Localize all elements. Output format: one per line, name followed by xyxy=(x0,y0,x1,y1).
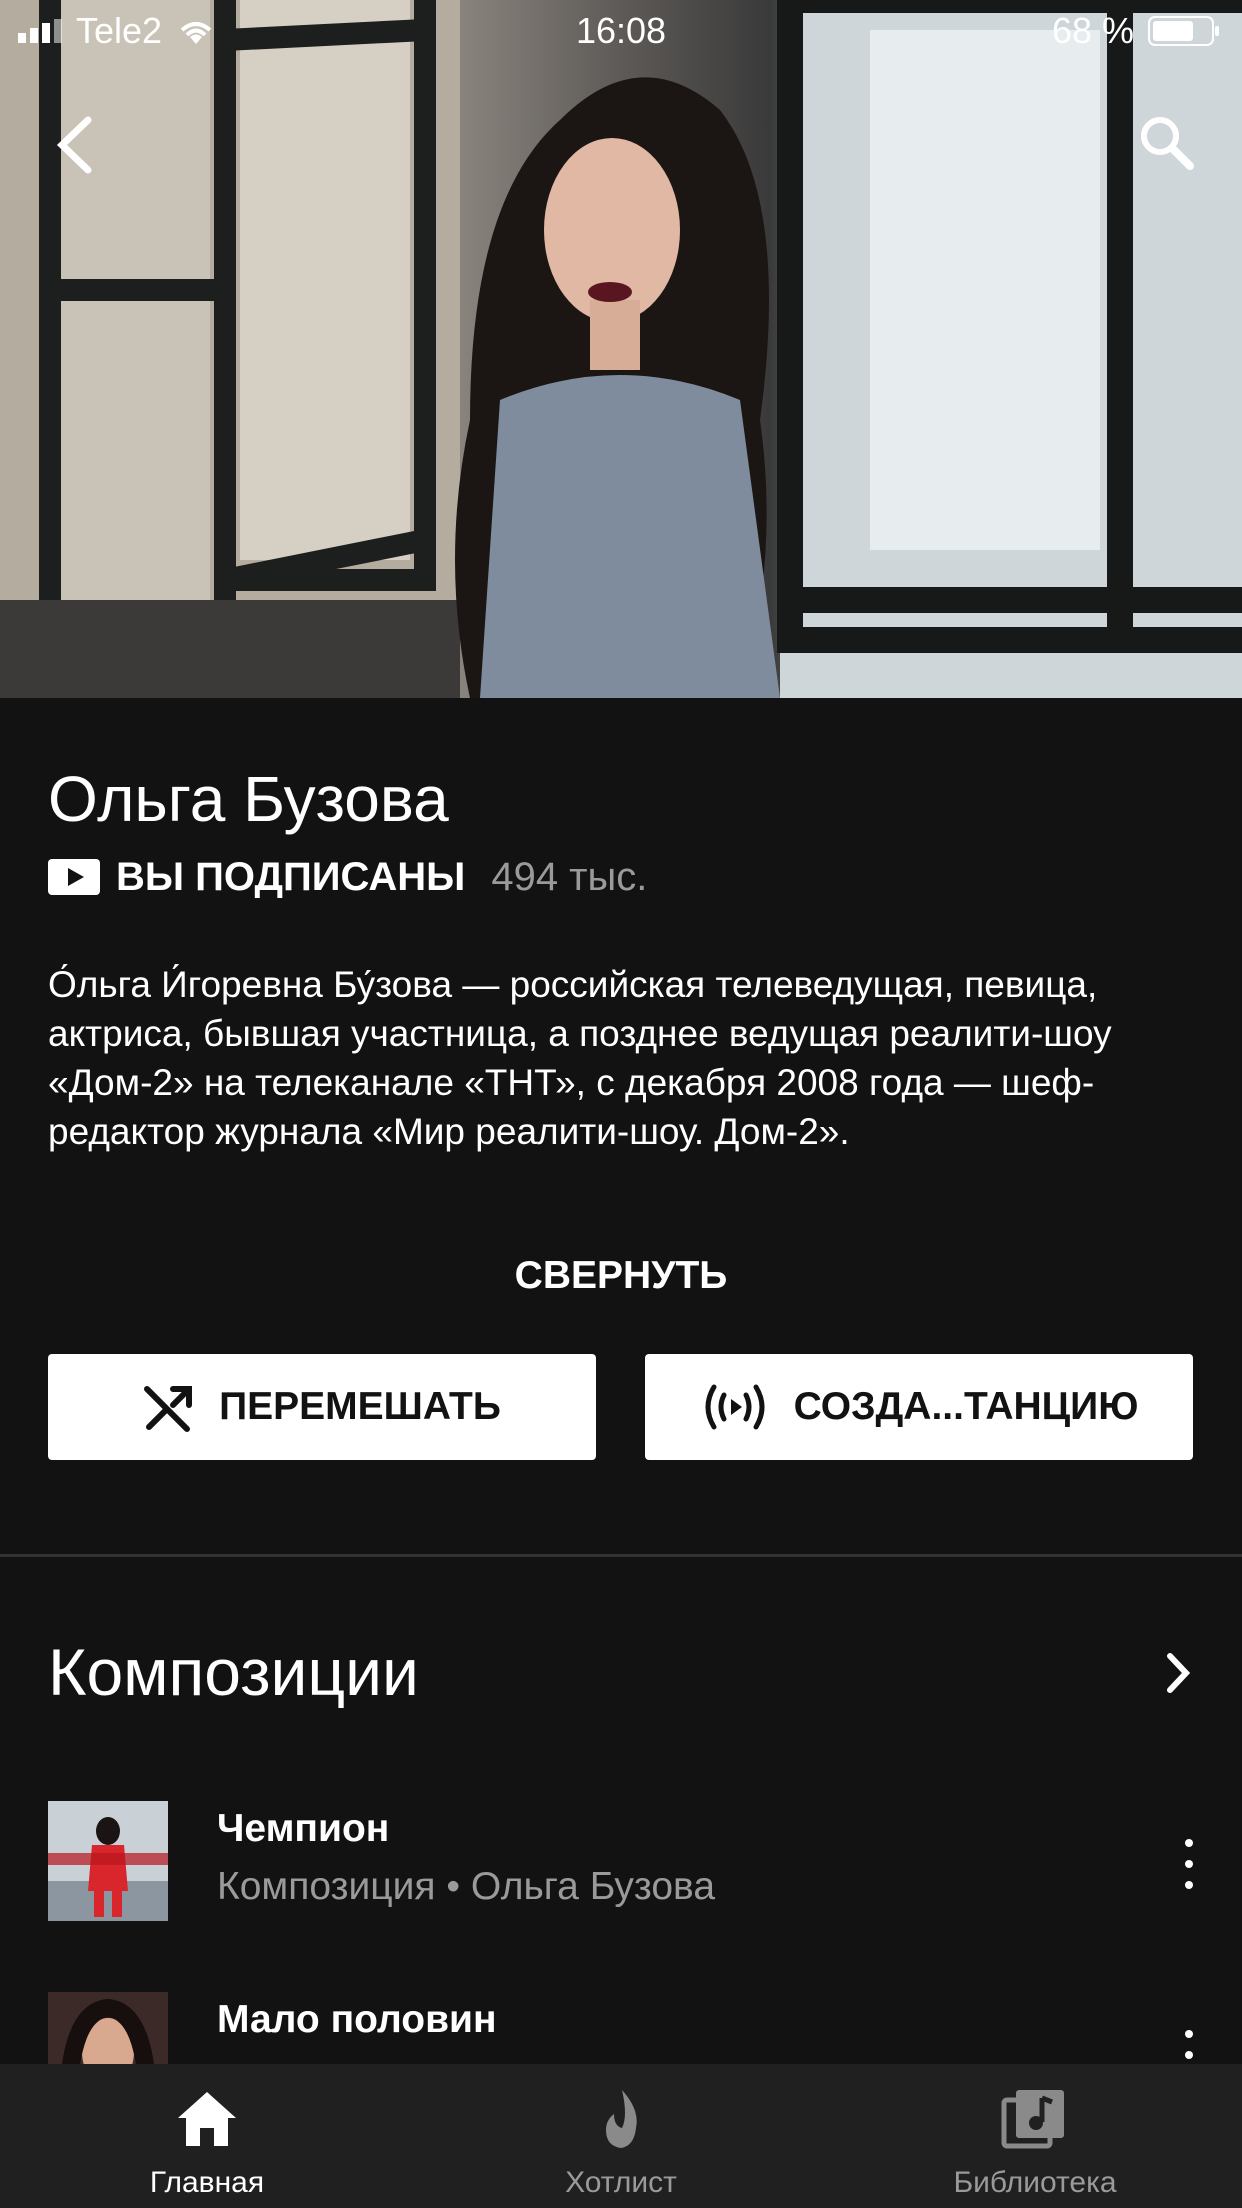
battery-icon xyxy=(1148,16,1219,46)
subscribe-button[interactable]: ВЫ ПОДПИСАНЫ xyxy=(116,855,465,900)
nav-hotlist-label: Хотлист xyxy=(565,2166,677,2199)
shuffle-button[interactable]: ПЕРЕМЕШАТЬ xyxy=(48,1354,596,1460)
flame-icon xyxy=(606,2090,637,2148)
song-title: Чемпион xyxy=(217,1807,390,1850)
artist-photo xyxy=(0,0,1242,698)
battery-percent: 68 % xyxy=(1051,10,1134,51)
nav-hotlist[interactable]: Хотлист xyxy=(414,2064,828,2208)
shuffle-label: ПЕРЕМЕШАТЬ xyxy=(219,1385,501,1428)
chevron-right-icon[interactable] xyxy=(1158,1648,1198,1698)
nav-library[interactable]: Библиотека xyxy=(828,2064,1242,2208)
search-icon[interactable] xyxy=(1132,108,1202,178)
status-bar: Tele2 16:08 68 % xyxy=(0,0,1242,60)
song-title: Мало половин xyxy=(217,1998,497,2041)
subscribe-row[interactable]: ВЫ ПОДПИСАНЫ 494 тыс. xyxy=(48,852,647,902)
library-icon xyxy=(1001,2090,1064,2149)
artist-name: Ольга Бузова xyxy=(48,763,449,835)
subscriber-count: 494 тыс. xyxy=(491,854,648,899)
back-icon[interactable] xyxy=(48,110,108,180)
radio-broadcast-icon xyxy=(705,1384,765,1430)
shuffle-icon xyxy=(144,1386,193,1432)
start-radio-button[interactable]: СОЗДА...ТАНЦИЮ xyxy=(645,1354,1193,1460)
song-meta: Композиция • Ольга Бузова xyxy=(217,1865,716,1908)
songs-section-title[interactable]: Композиции xyxy=(48,1634,419,1710)
bottom-navigation: Главная Хотлист Библиотека xyxy=(0,2064,1242,2208)
youtube-icon xyxy=(48,859,100,895)
more-options-icon[interactable] xyxy=(1172,1839,1206,1889)
radio-label: СОЗДА...ТАНЦИЮ xyxy=(793,1385,1139,1428)
artist-hero-image xyxy=(0,0,1242,698)
artist-description: О́льга И́горевна Бу́зова — российская те… xyxy=(48,964,1112,1152)
collapse-button[interactable]: СВЕРНУТЬ xyxy=(0,1254,1242,1298)
nav-home-label: Главная xyxy=(149,2166,265,2199)
home-icon xyxy=(178,2092,236,2146)
album-art xyxy=(48,1801,168,1921)
section-divider xyxy=(0,1554,1242,1557)
list-item[interactable]: Чемпион Композиция • Ольга Бузова xyxy=(0,1801,1242,1941)
nav-home[interactable]: Главная xyxy=(0,2064,414,2208)
nav-library-label: Библиотека xyxy=(953,2166,1117,2199)
